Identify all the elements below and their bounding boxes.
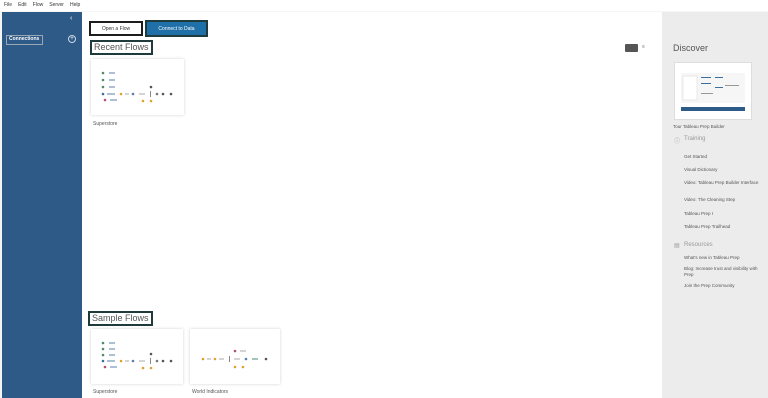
flow-thumbnail [101, 71, 173, 103]
discover-title: Discover [673, 43, 709, 53]
flow-card-label: Superstore [93, 121, 118, 127]
grid-view-icon[interactable] [625, 44, 638, 52]
training-link[interactable]: Get Started [684, 154, 760, 160]
sample-flow-card[interactable] [190, 329, 280, 384]
flow-thumbnail [201, 349, 268, 369]
resource-link[interactable]: Join the Prep Community [684, 283, 762, 289]
training-link[interactable]: Video: Tableau Prep Builder Interface [684, 180, 760, 186]
sample-flows-title: Sample Flows [88, 311, 153, 326]
sample-flow-card-label: Superstore [93, 389, 118, 395]
menu-file[interactable]: File [4, 0, 12, 11]
book-icon: ▤ [674, 243, 680, 249]
menu-bar: File Edit Flow Server Help [0, 0, 768, 11]
recent-flows-title: Recent Flows [90, 40, 153, 55]
connections-label: Connections [6, 35, 43, 45]
menu-server[interactable]: Server [49, 0, 64, 11]
tour-link[interactable]: Tour Tableau Prep Builder [673, 124, 725, 130]
sample-flow-card-label: World Indicators [192, 389, 229, 395]
flow-thumbnail [101, 341, 173, 370]
tour-thumbnail[interactable] [674, 62, 752, 120]
training-link[interactable]: Visual Dictionary [684, 167, 760, 173]
start-page: Open a Flow Connect to Data Recent Flows… [82, 12, 662, 398]
flow-card[interactable] [91, 59, 184, 115]
resource-link[interactable]: Blog: Increase trust and visibility with… [684, 266, 762, 277]
menu-edit[interactable]: Edit [18, 0, 27, 11]
connect-to-data-button[interactable]: Connect to Data [145, 20, 208, 37]
resources-heading: Resources [684, 242, 713, 248]
resource-link[interactable]: What's new in Tableau Prep [684, 255, 762, 261]
discover-pane: Discover Tour Tableau Prep Builder ⓘ Tra… [662, 12, 768, 398]
open-flow-button[interactable]: Open a Flow [89, 21, 143, 36]
chevron-left-icon[interactable]: ‹ [70, 15, 72, 22]
connections-sidebar: ‹ Connections + [2, 12, 82, 398]
menu-flow[interactable]: Flow [33, 0, 44, 11]
sample-flow-card[interactable] [91, 329, 183, 384]
list-view-icon[interactable]: ≡ [642, 44, 645, 50]
plus-circle-icon[interactable]: + [68, 35, 76, 43]
tour-preview-image [681, 73, 745, 111]
menu-help[interactable]: Help [70, 0, 80, 11]
training-heading: Training [684, 136, 706, 142]
training-link[interactable]: Tableau Prep Trailhead [684, 224, 760, 230]
info-circle-icon: ⓘ [674, 139, 681, 145]
training-link[interactable]: Tableau Prep I [684, 211, 760, 217]
training-link[interactable]: Video: The Cleaning Step [684, 197, 760, 203]
